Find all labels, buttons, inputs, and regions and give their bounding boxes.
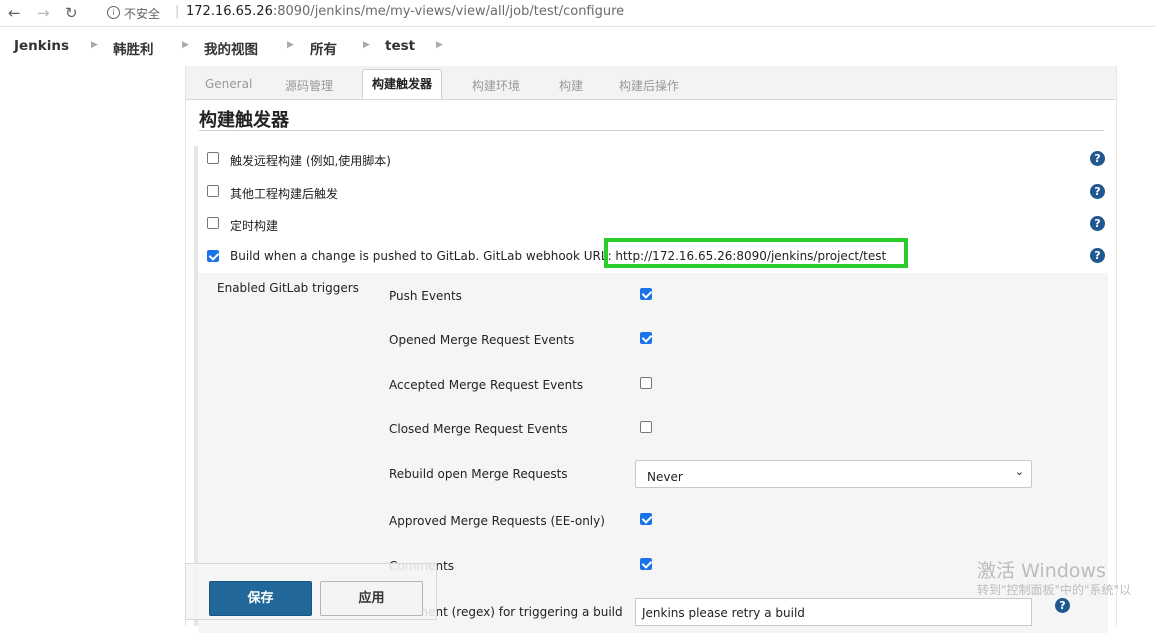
address-divider: | bbox=[175, 4, 180, 19]
trigger-after-other-label: 其他工程构建后触发 bbox=[230, 187, 339, 201]
apply-button[interactable]: 应用 bbox=[320, 581, 423, 616]
rebuild-open-mr-select[interactable]: Never ⌄ bbox=[635, 460, 1032, 488]
approved-mr-label: Approved Merge Requests (EE-only) bbox=[389, 514, 605, 528]
opened-mr-events-label: Opened Merge Request Events bbox=[389, 333, 575, 347]
chevron-right-icon[interactable]: ▶ bbox=[182, 40, 189, 50]
gitlab-triggers-label: Enabled GitLab triggers bbox=[217, 281, 359, 295]
security-label[interactable]: 不安全 bbox=[124, 5, 160, 22]
reload-icon[interactable]: ↻ bbox=[65, 3, 78, 23]
url-host: 172.16.65.26 bbox=[186, 4, 273, 19]
closed-mr-events-label: Closed Merge Request Events bbox=[389, 422, 568, 436]
tab-source-code[interactable]: 源码管理 bbox=[285, 77, 333, 94]
help-icon[interactable]: ? bbox=[1090, 184, 1105, 199]
breadcrumb-jenkins[interactable]: Jenkins bbox=[14, 38, 69, 54]
chevron-right-icon[interactable]: ▶ bbox=[436, 40, 443, 50]
rebuild-open-mr-label: Rebuild open Merge Requests bbox=[389, 467, 568, 481]
rebuild-open-mr-value: Never bbox=[647, 470, 683, 484]
chevron-right-icon[interactable]: ▶ bbox=[91, 40, 98, 50]
chevron-down-icon: ⌄ bbox=[1014, 465, 1024, 478]
help-icon[interactable]: ? bbox=[1090, 248, 1105, 263]
breadcrumb-job-test[interactable]: test bbox=[385, 38, 415, 54]
trigger-remote-label: 触发远程构建 (例如,使用脚本) bbox=[230, 154, 391, 168]
tab-build[interactable]: 构建 bbox=[559, 77, 583, 94]
trigger-gitlab-checkbox[interactable] bbox=[207, 250, 219, 262]
url-path: :8090/jenkins/me/my-views/view/all/job/t… bbox=[272, 4, 625, 19]
windows-activation-watermark: 激活 Windows bbox=[977, 560, 1106, 582]
help-icon[interactable]: ? bbox=[1055, 598, 1070, 613]
windows-activation-hint: 转到"控制面板"中的"系统"以 bbox=[977, 583, 1132, 597]
forward-arrow-icon[interactable]: → bbox=[37, 3, 50, 23]
breadcrumb: Jenkins ▶ 韩胜利 ▶ 我的视图 ▶ 所有 ▶ test ▶ bbox=[0, 36, 1155, 60]
push-events-label: Push Events bbox=[389, 289, 462, 303]
comments-checkbox[interactable] bbox=[640, 558, 652, 570]
trigger-periodic-checkbox[interactable] bbox=[207, 217, 219, 229]
chevron-right-icon[interactable]: ▶ bbox=[287, 40, 294, 50]
approved-mr-checkbox[interactable] bbox=[640, 513, 652, 525]
save-button[interactable]: 保存 bbox=[209, 581, 312, 616]
closed-mr-events-checkbox[interactable] bbox=[640, 421, 652, 433]
form-action-bar: 保存 应用 bbox=[185, 563, 437, 620]
push-events-checkbox[interactable] bbox=[640, 288, 652, 300]
trigger-periodic-label: 定时构建 bbox=[230, 219, 279, 233]
opened-mr-events-checkbox[interactable] bbox=[640, 332, 652, 344]
chevron-right-icon[interactable]: ▶ bbox=[363, 40, 370, 50]
breadcrumb-user[interactable]: 韩胜利 bbox=[113, 38, 154, 58]
breadcrumb-my-views[interactable]: 我的视图 bbox=[204, 38, 258, 58]
config-tab-bar: General 源码管理 构建触发器 构建环境 构建 构建后操作 bbox=[186, 66, 1116, 100]
tab-build-environment[interactable]: 构建环境 bbox=[472, 77, 520, 94]
section-divider bbox=[199, 130, 1104, 131]
info-icon[interactable]: i bbox=[107, 6, 120, 19]
comment-regex-value: Jenkins please retry a build bbox=[642, 606, 805, 620]
section-title: 构建触发器 bbox=[199, 110, 289, 131]
accepted-mr-events-label: Accepted Merge Request Events bbox=[389, 378, 584, 392]
accepted-mr-events-checkbox[interactable] bbox=[640, 377, 652, 389]
help-icon[interactable]: ? bbox=[1090, 151, 1105, 166]
tab-post-build[interactable]: 构建后操作 bbox=[619, 77, 679, 94]
tab-build-triggers[interactable]: 构建触发器 bbox=[362, 69, 443, 99]
browser-address-bar: ← → ↻ i 不安全 | 172.16.65.26:8090/jenkins/… bbox=[0, 0, 1155, 27]
back-arrow-icon[interactable]: ← bbox=[8, 3, 21, 23]
trigger-after-other-checkbox[interactable] bbox=[207, 185, 219, 197]
trigger-remote-checkbox[interactable] bbox=[207, 152, 219, 164]
url-field[interactable]: 172.16.65.26:8090/jenkins/me/my-views/vi… bbox=[186, 4, 624, 19]
comment-regex-input[interactable]: Jenkins please retry a build bbox=[635, 598, 1032, 626]
help-icon[interactable]: ? bbox=[1090, 216, 1105, 231]
job-config-panel: General 源码管理 构建触发器 构建环境 构建 构建后操作 构建触发器 触… bbox=[185, 66, 1117, 633]
tab-general[interactable]: General bbox=[205, 77, 252, 91]
breadcrumb-all[interactable]: 所有 bbox=[310, 38, 337, 58]
webhook-url-highlight bbox=[604, 238, 908, 268]
